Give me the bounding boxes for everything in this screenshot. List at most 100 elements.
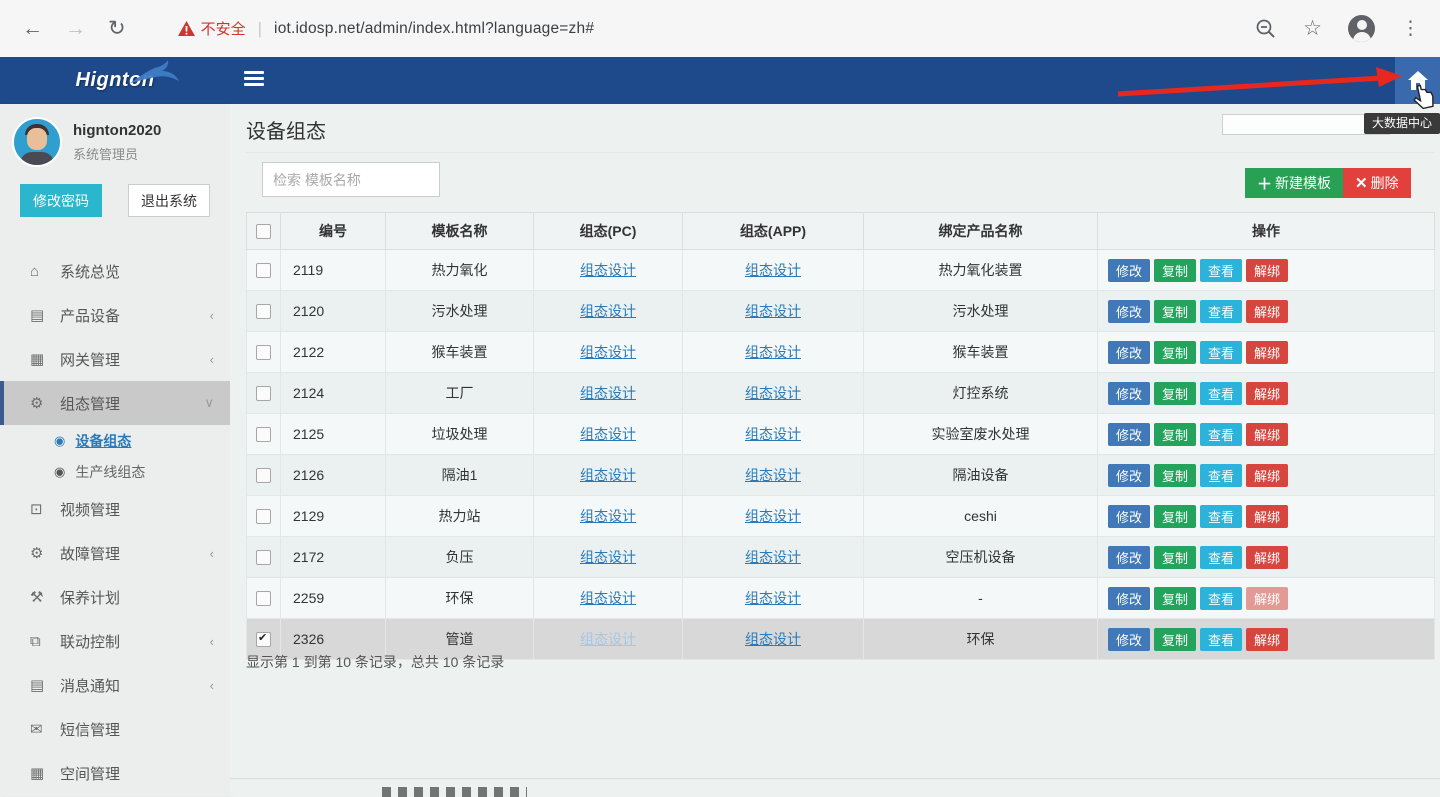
unbind-button[interactable]: 解绑	[1246, 587, 1288, 610]
app-config-link[interactable]: 组态设计	[745, 344, 801, 360]
row-checkbox[interactable]	[256, 468, 271, 483]
row-checkbox[interactable]	[256, 509, 271, 524]
user-avatar[interactable]	[12, 117, 62, 167]
copy-button[interactable]: 复制	[1154, 587, 1196, 610]
sidebar-item-产品设备[interactable]: ▤产品设备‹	[0, 293, 230, 337]
pc-config-link[interactable]: 组态设计	[580, 385, 636, 401]
hamburger-menu-icon[interactable]	[244, 71, 264, 89]
app-config-link[interactable]: 组态设计	[745, 426, 801, 442]
view-button[interactable]: 查看	[1200, 546, 1242, 569]
copy-button[interactable]: 复制	[1154, 300, 1196, 323]
edit-button[interactable]: 修改	[1108, 300, 1150, 323]
pc-config-link[interactable]: 组态设计	[580, 590, 636, 606]
unbind-button[interactable]: 解绑	[1246, 546, 1288, 569]
copy-button[interactable]: 复制	[1154, 259, 1196, 282]
copy-button[interactable]: 复制	[1154, 341, 1196, 364]
sidebar-item-短信管理[interactable]: ✉短信管理	[0, 707, 230, 751]
back-icon[interactable]: ←	[22, 17, 43, 41]
select-all-checkbox[interactable]	[256, 224, 271, 239]
reload-icon[interactable]: ↻	[108, 16, 126, 41]
row-checkbox[interactable]	[256, 345, 271, 360]
unbind-button[interactable]: 解绑	[1246, 423, 1288, 446]
template-search-input[interactable]	[262, 162, 440, 197]
pc-config-link[interactable]: 组态设计	[580, 344, 636, 360]
unbind-button[interactable]: 解绑	[1246, 382, 1288, 405]
edit-button[interactable]: 修改	[1108, 341, 1150, 364]
view-button[interactable]: 查看	[1200, 382, 1242, 405]
copy-button[interactable]: 复制	[1154, 628, 1196, 651]
bookmark-star-icon[interactable]: ☆	[1303, 16, 1322, 41]
sidebar-subitem-生产线组态[interactable]: ◉生产线组态	[0, 456, 230, 487]
edit-button[interactable]: 修改	[1108, 628, 1150, 651]
view-button[interactable]: 查看	[1200, 341, 1242, 364]
sidebar-item-视频管理[interactable]: ⊡视频管理	[0, 487, 230, 531]
sidebar-item-组态管理[interactable]: ⚙组态管理∨	[0, 381, 230, 425]
unbind-button[interactable]: 解绑	[1246, 300, 1288, 323]
zoom-out-icon[interactable]	[1255, 18, 1277, 40]
edit-button[interactable]: 修改	[1108, 382, 1150, 405]
pc-config-link[interactable]: 组态设计	[580, 549, 636, 565]
view-button[interactable]: 查看	[1200, 464, 1242, 487]
view-button[interactable]: 查看	[1200, 505, 1242, 528]
copy-button[interactable]: 复制	[1154, 423, 1196, 446]
edit-button[interactable]: 修改	[1108, 423, 1150, 446]
row-checkbox[interactable]	[256, 263, 271, 278]
copy-button[interactable]: 复制	[1154, 464, 1196, 487]
unbind-button[interactable]: 解绑	[1246, 505, 1288, 528]
edit-button[interactable]: 修改	[1108, 259, 1150, 282]
home-button[interactable]	[1395, 57, 1440, 104]
view-button[interactable]: 查看	[1200, 423, 1242, 446]
edit-button[interactable]: 修改	[1108, 505, 1150, 528]
sidebar-item-保养计划[interactable]: ⚒保养计划	[0, 575, 230, 619]
pc-config-link[interactable]: 组态设计	[580, 467, 636, 483]
pc-config-link[interactable]: 组态设计	[580, 303, 636, 319]
logout-button[interactable]: 退出系统	[128, 184, 210, 217]
view-button[interactable]: 查看	[1200, 628, 1242, 651]
new-template-button[interactable]: ＋新建模板	[1245, 168, 1343, 198]
view-button[interactable]: 查看	[1200, 587, 1242, 610]
sidebar-item-联动控制[interactable]: ⧉联动控制‹	[0, 619, 230, 663]
unbind-button[interactable]: 解绑	[1246, 259, 1288, 282]
app-config-link[interactable]: 组态设计	[745, 385, 801, 401]
pc-config-link[interactable]: 组态设计	[580, 508, 636, 524]
view-button[interactable]: 查看	[1200, 259, 1242, 282]
app-config-link[interactable]: 组态设计	[745, 303, 801, 319]
app-config-link[interactable]: 组态设计	[745, 467, 801, 483]
app-config-link[interactable]: 组态设计	[745, 508, 801, 524]
app-config-link[interactable]: 组态设计	[745, 631, 801, 647]
sidebar-item-系统总览[interactable]: ⌂系统总览	[0, 249, 230, 293]
row-checkbox[interactable]	[256, 591, 271, 606]
browser-profile-avatar[interactable]	[1348, 15, 1375, 42]
url-bar[interactable]: iot.idosp.net/admin/index.html?language=…	[274, 20, 594, 38]
delete-button[interactable]: ✕删除	[1343, 168, 1411, 198]
pc-config-link[interactable]: 组态设计	[580, 426, 636, 442]
sidebar-item-空间管理[interactable]: ▦空间管理	[0, 751, 230, 795]
pc-config-link[interactable]: 组态设计	[580, 262, 636, 278]
row-checkbox[interactable]	[256, 427, 271, 442]
copy-button[interactable]: 复制	[1154, 505, 1196, 528]
edit-button[interactable]: 修改	[1108, 464, 1150, 487]
copy-button[interactable]: 复制	[1154, 382, 1196, 405]
security-warning[interactable]: 不安全	[178, 18, 246, 39]
app-config-link[interactable]: 组态设计	[745, 590, 801, 606]
change-password-button[interactable]: 修改密码	[20, 184, 102, 217]
sidebar-item-故障管理[interactable]: ⚙故障管理‹	[0, 531, 230, 575]
row-checkbox[interactable]	[256, 632, 271, 647]
view-button[interactable]: 查看	[1200, 300, 1242, 323]
edit-button[interactable]: 修改	[1108, 587, 1150, 610]
brand-logo[interactable]: Hignton	[0, 57, 230, 104]
browser-menu-icon[interactable]: ⋮	[1401, 17, 1420, 40]
sidebar-item-网关管理[interactable]: ▦网关管理‹	[0, 337, 230, 381]
app-config-link[interactable]: 组态设计	[745, 262, 801, 278]
sidebar-subitem-设备组态[interactable]: ◉设备组态	[0, 425, 230, 456]
row-checkbox[interactable]	[256, 304, 271, 319]
copy-button[interactable]: 复制	[1154, 546, 1196, 569]
edit-button[interactable]: 修改	[1108, 546, 1150, 569]
unbind-button[interactable]: 解绑	[1246, 464, 1288, 487]
row-checkbox[interactable]	[256, 386, 271, 401]
row-checkbox[interactable]	[256, 550, 271, 565]
pc-config-link[interactable]: 组态设计	[580, 631, 636, 647]
unbind-button[interactable]: 解绑	[1246, 628, 1288, 651]
app-config-link[interactable]: 组态设计	[745, 549, 801, 565]
sidebar-item-消息通知[interactable]: ▤消息通知‹	[0, 663, 230, 707]
